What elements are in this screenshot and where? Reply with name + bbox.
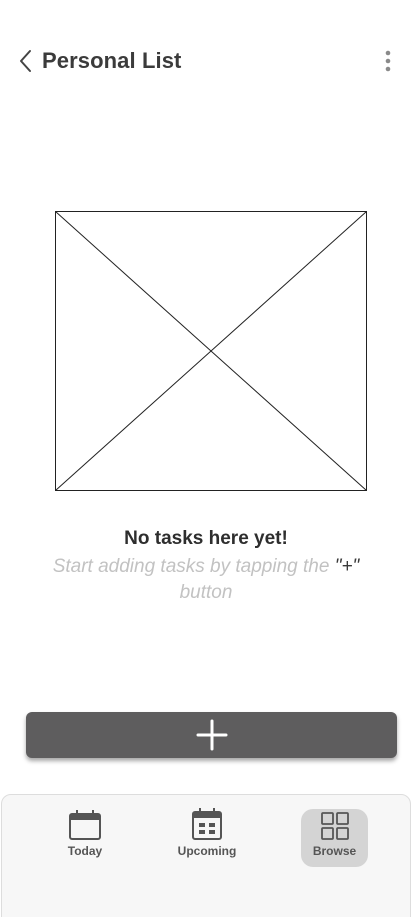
placeholder-image: [55, 211, 367, 491]
back-button[interactable]: [14, 49, 38, 73]
nav-item-upcoming[interactable]: Upcoming: [172, 807, 242, 867]
nav-item-today[interactable]: Today: [50, 807, 120, 867]
nav-label-today: Today: [67, 844, 103, 858]
plus-icon: [196, 719, 227, 751]
nav-label-browse: Browse: [312, 844, 357, 858]
empty-state-title: No tasks here yet!: [124, 528, 288, 549]
more-vertical-icon: [385, 50, 391, 72]
bottom-navigation: Today Upcoming Browse: [1, 794, 411, 917]
empty-state-subtitle: Start adding tasks by tapping the "+" bu…: [36, 554, 376, 606]
page-title: Personal List: [42, 48, 182, 73]
add-task-button[interactable]: [26, 712, 397, 758]
empty-state-subtitle-start: Start adding tasks by tapping the: [52, 556, 335, 577]
empty-state-plus-hint: "+": [334, 556, 360, 577]
calendar-grid-icon: [192, 808, 222, 840]
nav-label-upcoming: Upcoming: [177, 844, 237, 858]
chevron-left-icon: [20, 50, 31, 72]
screen: Personal List No tasks here yet! Start a…: [0, 0, 412, 917]
more-options-button[interactable]: [376, 48, 400, 74]
header: Personal List: [0, 36, 412, 86]
empty-state-subtitle-end: button: [179, 582, 233, 603]
grid-icon: [320, 812, 349, 840]
calendar-icon: [69, 810, 101, 840]
nav-item-browse[interactable]: Browse: [301, 809, 368, 867]
